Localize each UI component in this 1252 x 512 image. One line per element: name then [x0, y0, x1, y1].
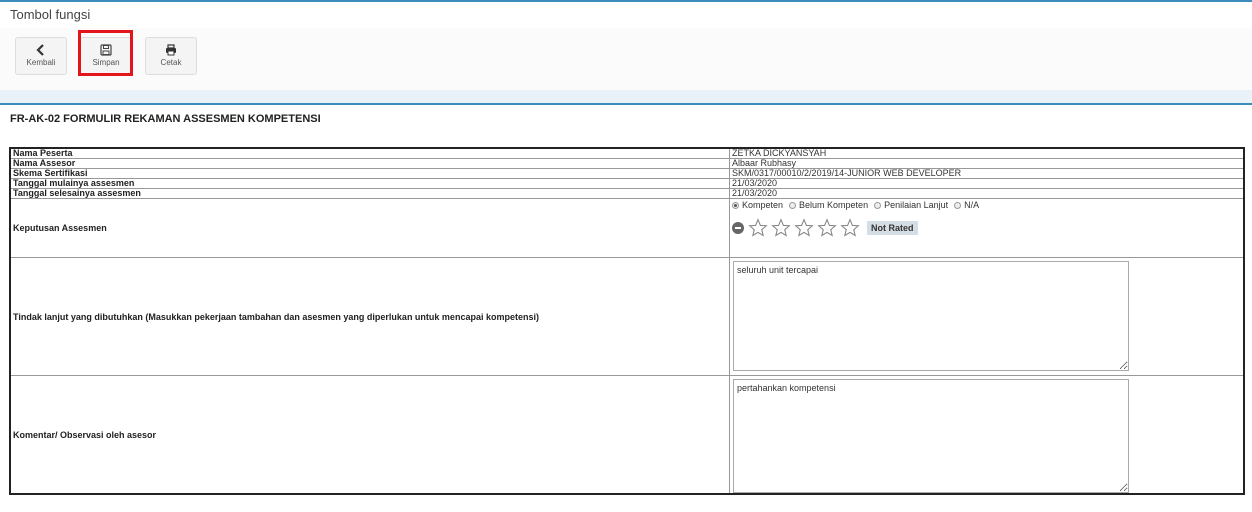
keputusan-cell: Kompeten Belum Kompeten Penilaian Lanjut…	[729, 198, 1245, 258]
table-row: Skema Sertifikasi SKM/0317/00010/2/2019/…	[9, 168, 1245, 179]
table-row: Nama Assesor Albaar Rubhasy	[9, 158, 1245, 169]
form-title: FR-AK-02 FORMULIR REKAMAN ASSESMEN KOMPE…	[10, 113, 321, 125]
star-icon[interactable]	[840, 218, 860, 238]
chevron-left-icon	[36, 44, 44, 56]
radio-label: Kompeten	[742, 200, 784, 210]
table-row: Tindak lanjut yang dibutuhkan (Masukkan …	[9, 257, 1245, 376]
row-value-tgl-mulai: 21/03/2020	[729, 178, 1245, 189]
row-value-nama-assesor: Albaar Rubhasy	[729, 158, 1245, 169]
radio-label: N/A	[964, 200, 980, 210]
print-button[interactable]: Cetak	[145, 37, 197, 75]
table-row: Keputusan Assesmen Kompeten Belum Kompet…	[9, 198, 1245, 258]
radio-button[interactable]	[874, 201, 882, 209]
clear-rating-icon[interactable]	[732, 222, 744, 234]
back-button[interactable]: Kembali	[15, 37, 67, 75]
radio-penilaian-lanjut[interactable]: Penilaian Lanjut	[874, 200, 948, 210]
table-row: Komentar/ Observasi oleh asesor pertahan…	[9, 375, 1245, 495]
printer-icon	[166, 44, 176, 56]
row-label-komentar: Komentar/ Observasi oleh asesor	[9, 375, 730, 495]
assessment-record-table: Nama Peserta ZETKA DICKYANSYAH Nama Asse…	[9, 147, 1245, 495]
star-icon[interactable]	[748, 218, 768, 238]
row-label-tgl-mulai: Tanggal mulainya assesmen	[9, 178, 730, 189]
star-icon[interactable]	[817, 218, 837, 238]
top-accent-line	[0, 0, 1252, 2]
section-title: Tombol fungsi	[10, 7, 91, 22]
toolbar: Kembali Simpan Cetak	[0, 28, 1252, 90]
follow-up-textarea[interactable]: seluruh unit tercapai	[733, 261, 1129, 371]
star-rating: Not Rated	[732, 218, 1241, 238]
row-label-skema: Skema Sertifikasi	[9, 168, 730, 179]
row-label-tindak-lanjut: Tindak lanjut yang dibutuhkan (Masukkan …	[9, 257, 730, 376]
radio-button[interactable]	[954, 201, 962, 209]
radio-button[interactable]	[732, 201, 739, 209]
save-button-highlight	[78, 30, 133, 76]
table-row: Tanggal selesainya assesmen 21/03/2020	[9, 188, 1245, 199]
form-accent-line	[0, 103, 1252, 105]
row-value-skema: SKM/0317/00010/2/2019/14-JUNIOR WEB DEVE…	[729, 168, 1245, 179]
star-icon[interactable]	[771, 218, 791, 238]
row-label-keputusan: Keputusan Assesmen	[9, 198, 730, 258]
row-label-nama-assesor: Nama Assesor	[9, 158, 730, 169]
table-row: Nama Peserta ZETKA DICKYANSYAH	[9, 147, 1245, 159]
radio-kompeten[interactable]: Kompeten	[732, 200, 783, 210]
decision-radio-group: Kompeten Belum Kompeten Penilaian Lanjut…	[732, 200, 1241, 210]
radio-label: Belum Kompeten	[799, 200, 869, 210]
star-icon[interactable]	[794, 218, 814, 238]
radio-belum-kompeten[interactable]: Belum Kompeten	[789, 200, 868, 210]
rating-status-badge: Not Rated	[867, 221, 918, 235]
observation-textarea[interactable]: pertahankan kompetensi	[733, 379, 1129, 493]
section-separator	[0, 90, 1252, 103]
tindak-lanjut-cell: seluruh unit tercapai	[729, 257, 1245, 376]
row-label-nama-peserta: Nama Peserta	[9, 147, 730, 159]
radio-button[interactable]	[789, 201, 797, 209]
table-row: Tanggal mulainya assesmen 21/03/2020	[9, 178, 1245, 189]
row-label-tgl-selesai: Tanggal selesainya assesmen	[9, 188, 730, 199]
row-value-nama-peserta: ZETKA DICKYANSYAH	[729, 147, 1245, 159]
radio-na[interactable]: N/A	[954, 200, 979, 210]
radio-label: Penilaian Lanjut	[884, 200, 949, 210]
row-value-tgl-selesai: 21/03/2020	[729, 188, 1245, 199]
komentar-cell: pertahankan kompetensi	[729, 375, 1245, 495]
print-button-label: Cetak	[160, 58, 182, 67]
back-button-label: Kembali	[26, 58, 56, 67]
